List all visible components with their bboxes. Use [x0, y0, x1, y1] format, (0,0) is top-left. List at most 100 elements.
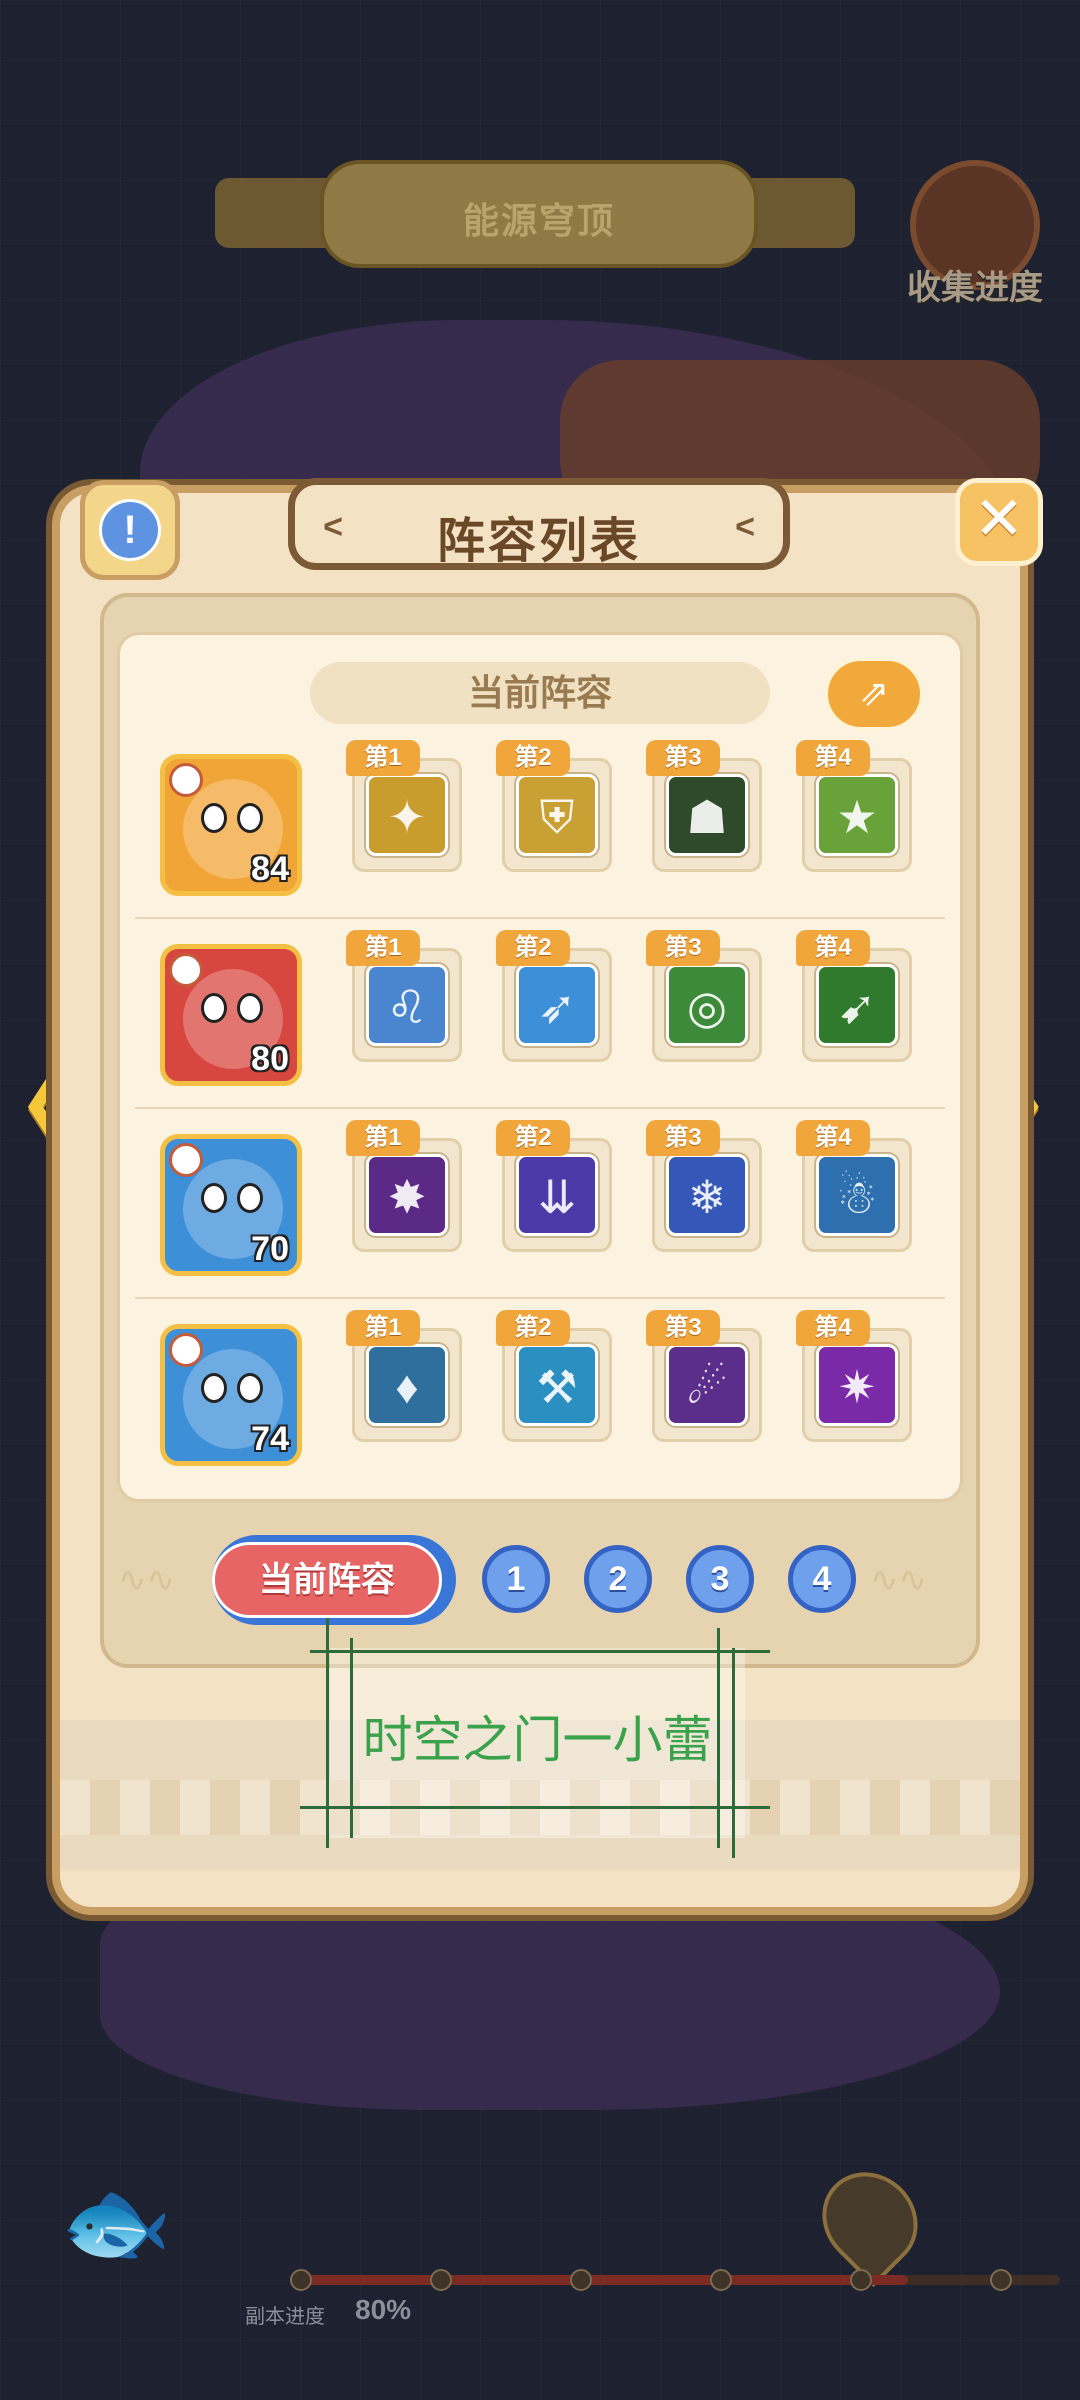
skill-order-tag: 第2 [496, 1120, 570, 1156]
skill-slot[interactable]: ❄ 第3 [646, 1120, 762, 1252]
stamp-rule [326, 1618, 329, 1848]
progress-track [290, 2269, 1060, 2291]
row-divider [135, 917, 945, 919]
hero-eye [201, 1373, 227, 1403]
tab-swirl-right-icon: ∿∿ [870, 1561, 927, 1599]
skill-glyph: ★ [836, 791, 878, 843]
skill-glyph: ⇊ [537, 1171, 577, 1223]
skill-order-tag: 第4 [796, 740, 870, 776]
skill-glyph: ♌ [386, 981, 428, 1033]
banner-plate: 能源穹顶 [320, 160, 758, 268]
ice-hammer-icon: ⚒ [516, 1344, 598, 1426]
progress-fill [300, 2275, 908, 2285]
hero-eye [237, 1373, 263, 1403]
skill-slot[interactable]: ➶ 第2 [496, 930, 612, 1062]
stamp-rule [310, 1650, 770, 1653]
skill-order-tag: 第2 [496, 1310, 570, 1346]
skill-glyph: ✦ [387, 791, 427, 843]
hero-eye [201, 1183, 227, 1213]
gold-shield-icon: ⛨ [516, 774, 598, 856]
red-mask-icon: ♦ [366, 1344, 448, 1426]
info-button[interactable]: ! [80, 480, 180, 580]
hero-eye [237, 803, 263, 833]
skill-order-tag: 第2 [496, 740, 570, 776]
info-icon: ! [99, 499, 161, 561]
skill-order-tag: 第3 [646, 740, 720, 776]
hero-eye [237, 993, 263, 1023]
skill-slot[interactable]: ✦ 第1 [346, 740, 462, 872]
skill-slot[interactable]: ➹ 第4 [796, 930, 912, 1062]
skill-order-tag: 第4 [796, 1310, 870, 1346]
target-lock-icon: ◎ [666, 964, 748, 1046]
collect-progress-button[interactable]: 收集进度 [900, 160, 1050, 310]
skill-slot[interactable]: ✸ 第1 [346, 1120, 462, 1252]
green-arrow-icon: ➹ [816, 964, 898, 1046]
ice-shards-icon: ❄ [666, 1154, 748, 1236]
skill-slot[interactable]: ✷ 第4 [796, 1310, 912, 1442]
panel-title-plate: ˂ 阵容列表 ˂ [288, 478, 790, 570]
stamp-rule [300, 1806, 770, 1809]
map-pin-icon[interactable] [802, 2152, 938, 2288]
skill-slot[interactable]: ☄ 第3 [646, 1310, 762, 1442]
progress-node [570, 2269, 592, 2291]
hero-portrait[interactable]: 74 [160, 1324, 302, 1466]
dark-beast-icon: ☗ [666, 774, 748, 856]
skill-order-tag: 第3 [646, 1310, 720, 1346]
progress-node [710, 2269, 732, 2291]
progress-node [990, 2269, 1012, 2291]
skill-glyph: ☃ [836, 1171, 878, 1223]
skill-glyph: ☄ [686, 1361, 728, 1413]
skill-slot[interactable]: ♌ 第1 [346, 930, 462, 1062]
arrow-rain-icon: ⇊ [516, 1154, 598, 1236]
skill-slot[interactable]: ♦ 第1 [346, 1310, 462, 1442]
skill-order-tag: 第1 [346, 1120, 420, 1156]
arcane-star-icon: ✷ [816, 1344, 898, 1426]
share-button[interactable]: ⇗ [825, 658, 923, 730]
close-button[interactable]: ✕ [955, 478, 1043, 566]
star-shield-icon: ★ [816, 774, 898, 856]
skill-order-tag: 第1 [346, 1310, 420, 1346]
tab-lineup-3[interactable]: 3 [686, 1545, 754, 1613]
tab-current-lineup[interactable]: 当前阵容 [212, 1535, 456, 1625]
skill-glyph: ⚒ [536, 1361, 578, 1413]
skill-order-tag: 第1 [346, 740, 420, 776]
dungeon-progress: 🐟 副本进度 80% [60, 2152, 1060, 2328]
skill-glyph: ✷ [837, 1361, 877, 1413]
skill-slot[interactable]: ⚒ 第2 [496, 1310, 612, 1442]
skill-slot[interactable]: ⇊ 第2 [496, 1120, 612, 1252]
row-divider [135, 1297, 945, 1299]
hero-level: 74 [251, 1420, 289, 1458]
skill-glyph: ✸ [387, 1171, 427, 1223]
hero-portrait[interactable]: 80 [160, 944, 302, 1086]
skill-slot[interactable]: ☃ 第4 [796, 1120, 912, 1252]
skill-slot[interactable]: ☗ 第3 [646, 740, 762, 872]
stage-title: 能源穹顶 [462, 200, 615, 241]
purple-burst-icon: ✸ [366, 1154, 448, 1236]
panel-title: 阵容列表 [436, 515, 641, 568]
progress-value: 80% [355, 2294, 412, 2325]
hero-portrait[interactable]: 70 [160, 1134, 302, 1276]
title-swirl-right-icon: ˂ [735, 508, 755, 546]
skill-glyph: ◎ [686, 981, 728, 1033]
skill-glyph: ➹ [837, 981, 877, 1033]
skill-glyph: ⛨ [539, 791, 575, 843]
progress-node [430, 2269, 452, 2291]
lion-warrior-icon: ♌ [366, 964, 448, 1046]
skill-glyph: ☗ [686, 791, 728, 843]
tab-current-label: 当前阵容 [212, 1542, 442, 1618]
hero-portrait[interactable]: 84 [160, 754, 302, 896]
skill-slot[interactable]: ★ 第4 [796, 740, 912, 872]
skill-slot[interactable]: ⛨ 第2 [496, 740, 612, 872]
skill-order-tag: 第3 [646, 930, 720, 966]
tab-lineup-4[interactable]: 4 [788, 1545, 856, 1613]
tab-lineup-1[interactable]: 1 [482, 1545, 550, 1613]
row-divider [135, 1107, 945, 1109]
skill-order-tag: 第4 [796, 930, 870, 966]
share-icon: ⇗ [858, 672, 890, 713]
hero-level: 80 [251, 1040, 289, 1078]
skill-slot[interactable]: ◎ 第3 [646, 930, 762, 1062]
stage-banner: 能源穹顶 [215, 160, 855, 270]
stamp-text: 时空之门一小蕾 [362, 1712, 713, 1768]
tab-lineup-2[interactable]: 2 [584, 1545, 652, 1613]
close-icon: ✕ [973, 485, 1025, 552]
